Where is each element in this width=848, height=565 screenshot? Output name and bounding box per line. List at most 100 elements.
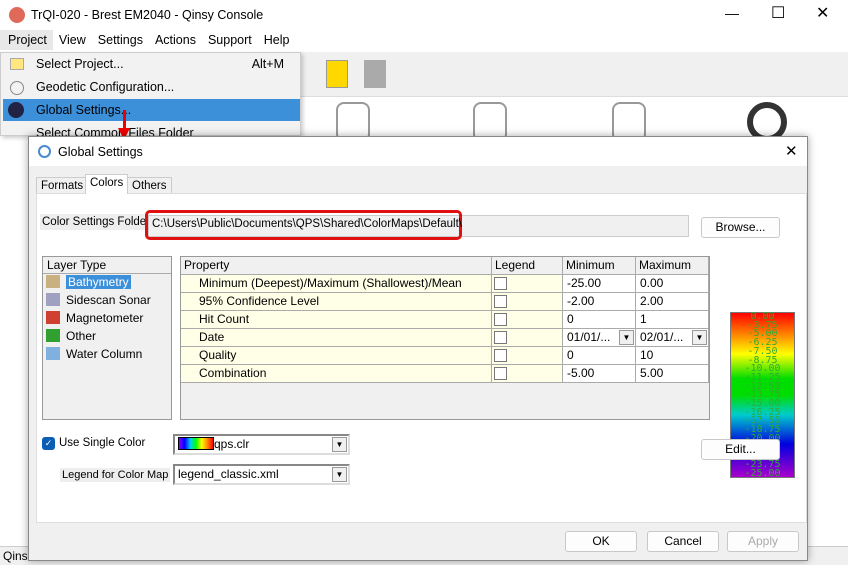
menu-item-label: Geodetic Configuration... xyxy=(36,80,175,94)
legend-checkbox[interactable] xyxy=(494,349,507,362)
legend-file-label: Legend for Color Map xyxy=(60,468,171,482)
maximum-cell[interactable]: 1 xyxy=(636,311,709,329)
folder-gray-icon[interactable] xyxy=(364,60,386,88)
legend-cell xyxy=(492,365,563,383)
dialog-title-bar: Global Settings ✕ xyxy=(29,137,807,166)
tab-colors[interactable]: Colors xyxy=(85,174,129,194)
minimum-cell[interactable]: -2.00 xyxy=(563,293,636,311)
table-row: Minimum (Deepest)/Maximum (Shallowest)/M… xyxy=(181,275,709,293)
colors-panel: Color Settings Folder C:\Users\Public\Do… xyxy=(36,193,807,523)
color-map-select[interactable]: qps.clr ▼ xyxy=(173,434,350,455)
maximum-value: 2.00 xyxy=(640,294,664,308)
layer-icon xyxy=(46,347,60,360)
tab-others[interactable]: Others xyxy=(127,177,172,194)
minimum-cell[interactable]: -5.00 xyxy=(563,365,636,383)
legend-checkbox[interactable] xyxy=(494,331,507,344)
minimum-cell[interactable]: 0 xyxy=(563,347,636,365)
maximum-cell[interactable]: 10 xyxy=(636,347,709,365)
color-map-value: qps.clr xyxy=(214,437,250,451)
maximize-button[interactable]: ☐ xyxy=(771,3,785,23)
menu-actions[interactable]: Actions xyxy=(149,30,202,50)
header-maximum: Maximum xyxy=(636,257,709,275)
use-single-color-label: Use Single Color xyxy=(59,437,146,449)
layer-item[interactable]: Water Column xyxy=(43,346,171,364)
color-ramp-icon xyxy=(178,437,214,450)
use-single-color-checkbox[interactable]: ✓ xyxy=(42,437,55,450)
chevron-down-icon[interactable]: ▼ xyxy=(692,330,707,345)
dialog-title: Global Settings xyxy=(58,145,143,159)
maximum-cell[interactable]: 2.00 xyxy=(636,293,709,311)
layer-icon xyxy=(46,329,60,342)
menu-support[interactable]: Support xyxy=(202,30,258,50)
table-row: 95% Confidence Level -2.00 2.00 xyxy=(181,293,709,311)
legend-cell xyxy=(492,275,563,293)
minimum-cell[interactable]: 0 xyxy=(563,311,636,329)
maximum-value: 1 xyxy=(640,312,647,326)
layer-item[interactable]: Sidescan Sonar xyxy=(43,292,171,310)
menu-project[interactable]: Project xyxy=(0,30,53,50)
close-button[interactable]: ✕ xyxy=(816,3,829,23)
menu-item-label: Select Project... xyxy=(36,57,124,71)
menu-help[interactable]: Help xyxy=(258,30,296,50)
minimum-value: 0 xyxy=(567,348,574,362)
chevron-down-icon[interactable]: ▼ xyxy=(332,437,347,452)
legend-checkbox[interactable] xyxy=(494,295,507,308)
property-cell: Minimum (Deepest)/Maximum (Shallowest)/M… xyxy=(181,275,492,293)
menu-item-geodetic-config[interactable]: Geodetic Configuration... xyxy=(3,76,300,98)
layer-item[interactable]: Other xyxy=(43,328,171,346)
apply-button[interactable]: Apply xyxy=(727,531,799,552)
globe-settings-icon xyxy=(38,145,51,158)
tab-formats[interactable]: Formats xyxy=(36,177,89,194)
table-row: Quality 0 10 xyxy=(181,347,709,365)
layer-item[interactable]: Magnetometer xyxy=(43,310,171,328)
property-cell: Quality xyxy=(181,347,492,365)
property-cell: Hit Count xyxy=(181,311,492,329)
grid-header: Property Legend Minimum Maximum xyxy=(181,257,709,275)
layer-label: Other xyxy=(66,329,97,343)
menu-bar: Project View Settings Actions Support Help xyxy=(0,30,848,52)
maximum-cell[interactable]: 5.00 xyxy=(636,365,709,383)
browse-button[interactable]: Browse... xyxy=(701,217,780,238)
menu-item-select-project[interactable]: Select Project... Alt+M xyxy=(3,53,300,75)
edit-button[interactable]: Edit... xyxy=(701,439,780,460)
menu-view[interactable]: View xyxy=(53,30,92,50)
minimum-value: -5.00 xyxy=(567,366,595,380)
cancel-button[interactable]: Cancel xyxy=(647,531,719,552)
legend-cell xyxy=(492,347,563,365)
app-logo-icon xyxy=(9,7,25,23)
chevron-down-icon[interactable]: ▼ xyxy=(332,467,347,482)
legend-file-value: legend_classic.xml xyxy=(178,467,279,481)
property-cell: Date xyxy=(181,329,492,347)
status-text: Qins xyxy=(3,549,28,563)
legend-cell xyxy=(492,293,563,311)
ok-button[interactable]: OK xyxy=(565,531,637,552)
layer-label: Water Column xyxy=(66,347,143,361)
legend-checkbox[interactable] xyxy=(494,277,507,290)
minimum-value: -2.00 xyxy=(567,294,595,308)
table-row: Combination -5.00 5.00 xyxy=(181,365,709,383)
maximum-cell[interactable]: 0.00 xyxy=(636,275,709,293)
property-cell: 95% Confidence Level xyxy=(181,293,492,311)
legend-file-select[interactable]: legend_classic.xml ▼ xyxy=(173,464,350,485)
layer-header: Layer Type xyxy=(43,257,171,274)
legend-checkbox[interactable] xyxy=(494,367,507,380)
folder-search-icon[interactable] xyxy=(326,60,348,88)
dialog-close-button[interactable]: ✕ xyxy=(785,142,798,160)
menu-item-label: Global Settings... xyxy=(36,103,132,117)
layer-item[interactable]: Bathymetry xyxy=(43,274,171,292)
menu-item-global-settings[interactable]: Global Settings... xyxy=(3,99,300,121)
chevron-down-icon[interactable]: ▼ xyxy=(619,330,634,345)
minimum-cell[interactable]: -25.00 xyxy=(563,275,636,293)
global-settings-dialog: Global Settings ✕ Formats Colors Others … xyxy=(28,136,808,561)
project-menu: Select Project... Alt+M Geodetic Configur… xyxy=(0,52,301,140)
minimize-button[interactable]: — xyxy=(725,5,739,21)
folder-path-text: C:\Users\Public\Documents\QPS\Shared\Col… xyxy=(152,218,462,230)
maximum-cell[interactable]: 02/01/... ▼ xyxy=(636,329,709,347)
layer-type-list: Layer Type Bathymetry Sidescan Sonar Magne… xyxy=(42,256,172,420)
legend-cell xyxy=(492,311,563,329)
menu-settings[interactable]: Settings xyxy=(92,30,149,50)
minimum-cell[interactable]: 01/01/... ▼ xyxy=(563,329,636,347)
maximum-value: 0.00 xyxy=(640,276,664,290)
legend-checkbox[interactable] xyxy=(494,313,507,326)
minimum-value: 0 xyxy=(567,312,574,326)
